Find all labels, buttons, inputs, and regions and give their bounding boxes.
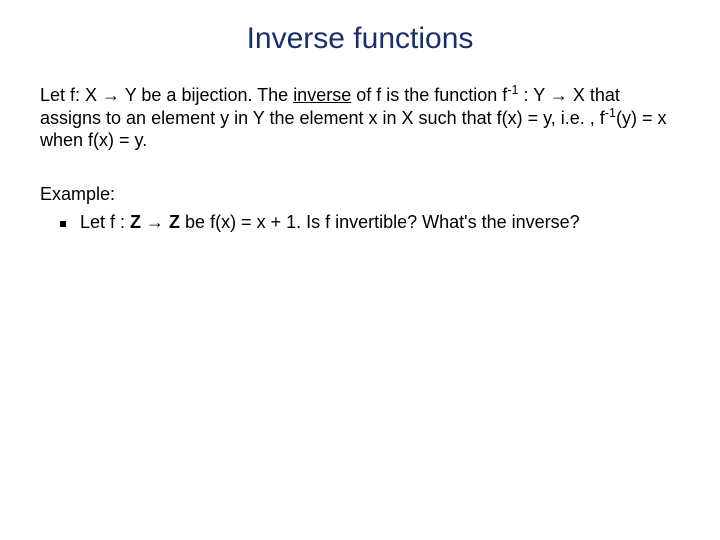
def-text-3: of f is the function f — [351, 85, 507, 105]
bullet-text: Let f : Z → Z be f(x) = x + 1. Is f inve… — [80, 211, 580, 234]
arrow-icon: → — [141, 212, 169, 232]
superscript-minus-one: -1 — [605, 106, 616, 120]
bullet-part-1: Let f : — [80, 212, 130, 232]
definition-paragraph: Let f: X → Y be a bijection. The inverse… — [40, 84, 680, 152]
list-item: Let f : Z → Z be f(x) = x + 1. Is f inve… — [60, 211, 680, 234]
arrow-icon: → — [102, 85, 120, 105]
def-text-4: : Y — [519, 85, 550, 105]
arrow-icon: → — [550, 85, 568, 105]
integer-set-z: Z — [169, 212, 180, 232]
bullet-icon — [60, 221, 66, 227]
def-text-1: Let f: X — [40, 85, 102, 105]
example-label: Example: — [40, 184, 680, 205]
slide-title: Inverse functions — [40, 22, 680, 56]
def-text-2: Y be a bijection. The — [120, 85, 293, 105]
bullet-part-2: be f(x) = x + 1. Is f invertible? What's… — [180, 212, 580, 232]
slide: Inverse functions Let f: X → Y be a bije… — [0, 0, 720, 540]
superscript-minus-one: -1 — [507, 83, 518, 97]
integer-set-z: Z — [130, 212, 141, 232]
inverse-underlined: inverse — [293, 85, 351, 105]
